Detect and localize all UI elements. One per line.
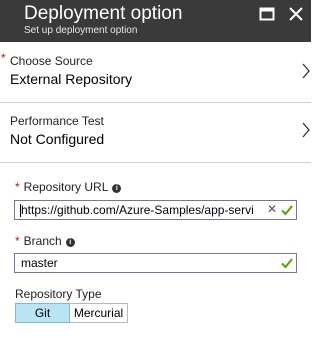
choose-source-label: Choose Source bbox=[10, 54, 93, 68]
blade-title: Deployment option bbox=[24, 3, 183, 24]
branch-label: * Branch i bbox=[15, 234, 75, 248]
repository-type-option-git[interactable]: Git bbox=[15, 303, 70, 323]
required-marker: * bbox=[15, 180, 20, 194]
performance-test-row[interactable]: Performance Test Not Configured bbox=[0, 103, 311, 163]
repository-type-option-mercurial[interactable]: Mercurial bbox=[70, 303, 128, 323]
checkmark-icon bbox=[281, 258, 293, 269]
performance-test-label: Performance Test bbox=[10, 114, 104, 128]
checkmark-icon bbox=[281, 205, 293, 216]
required-marker: * bbox=[15, 234, 20, 248]
blade-subtitle: Set up deployment option bbox=[24, 25, 138, 36]
chevron-right-icon bbox=[302, 63, 310, 79]
required-marker: * bbox=[1, 51, 6, 65]
close-icon[interactable] bbox=[288, 6, 304, 22]
repository-url-input[interactable]: https://github.com/Azure-Samples/app-ser… bbox=[14, 200, 297, 220]
repository-url-value: https://github.com/Azure-Samples/app-ser… bbox=[21, 203, 254, 217]
chevron-right-icon bbox=[302, 122, 310, 138]
branch-input[interactable]: master bbox=[14, 253, 297, 273]
clear-icon[interactable]: ✕ bbox=[267, 202, 277, 216]
branch-value: master bbox=[21, 256, 58, 270]
repository-type-label: Repository Type bbox=[15, 287, 102, 301]
choose-source-row[interactable]: * Choose Source External Repository bbox=[0, 42, 311, 103]
repository-url-label: * Repository URL i bbox=[15, 180, 122, 194]
maximize-icon[interactable] bbox=[259, 6, 275, 22]
performance-test-value: Not Configured bbox=[10, 131, 105, 147]
info-icon[interactable]: i bbox=[65, 238, 75, 247]
blade-header: Deployment option Set up deployment opti… bbox=[0, 0, 311, 42]
info-icon[interactable]: i bbox=[112, 184, 122, 193]
choose-source-value: External Repository bbox=[10, 71, 133, 87]
